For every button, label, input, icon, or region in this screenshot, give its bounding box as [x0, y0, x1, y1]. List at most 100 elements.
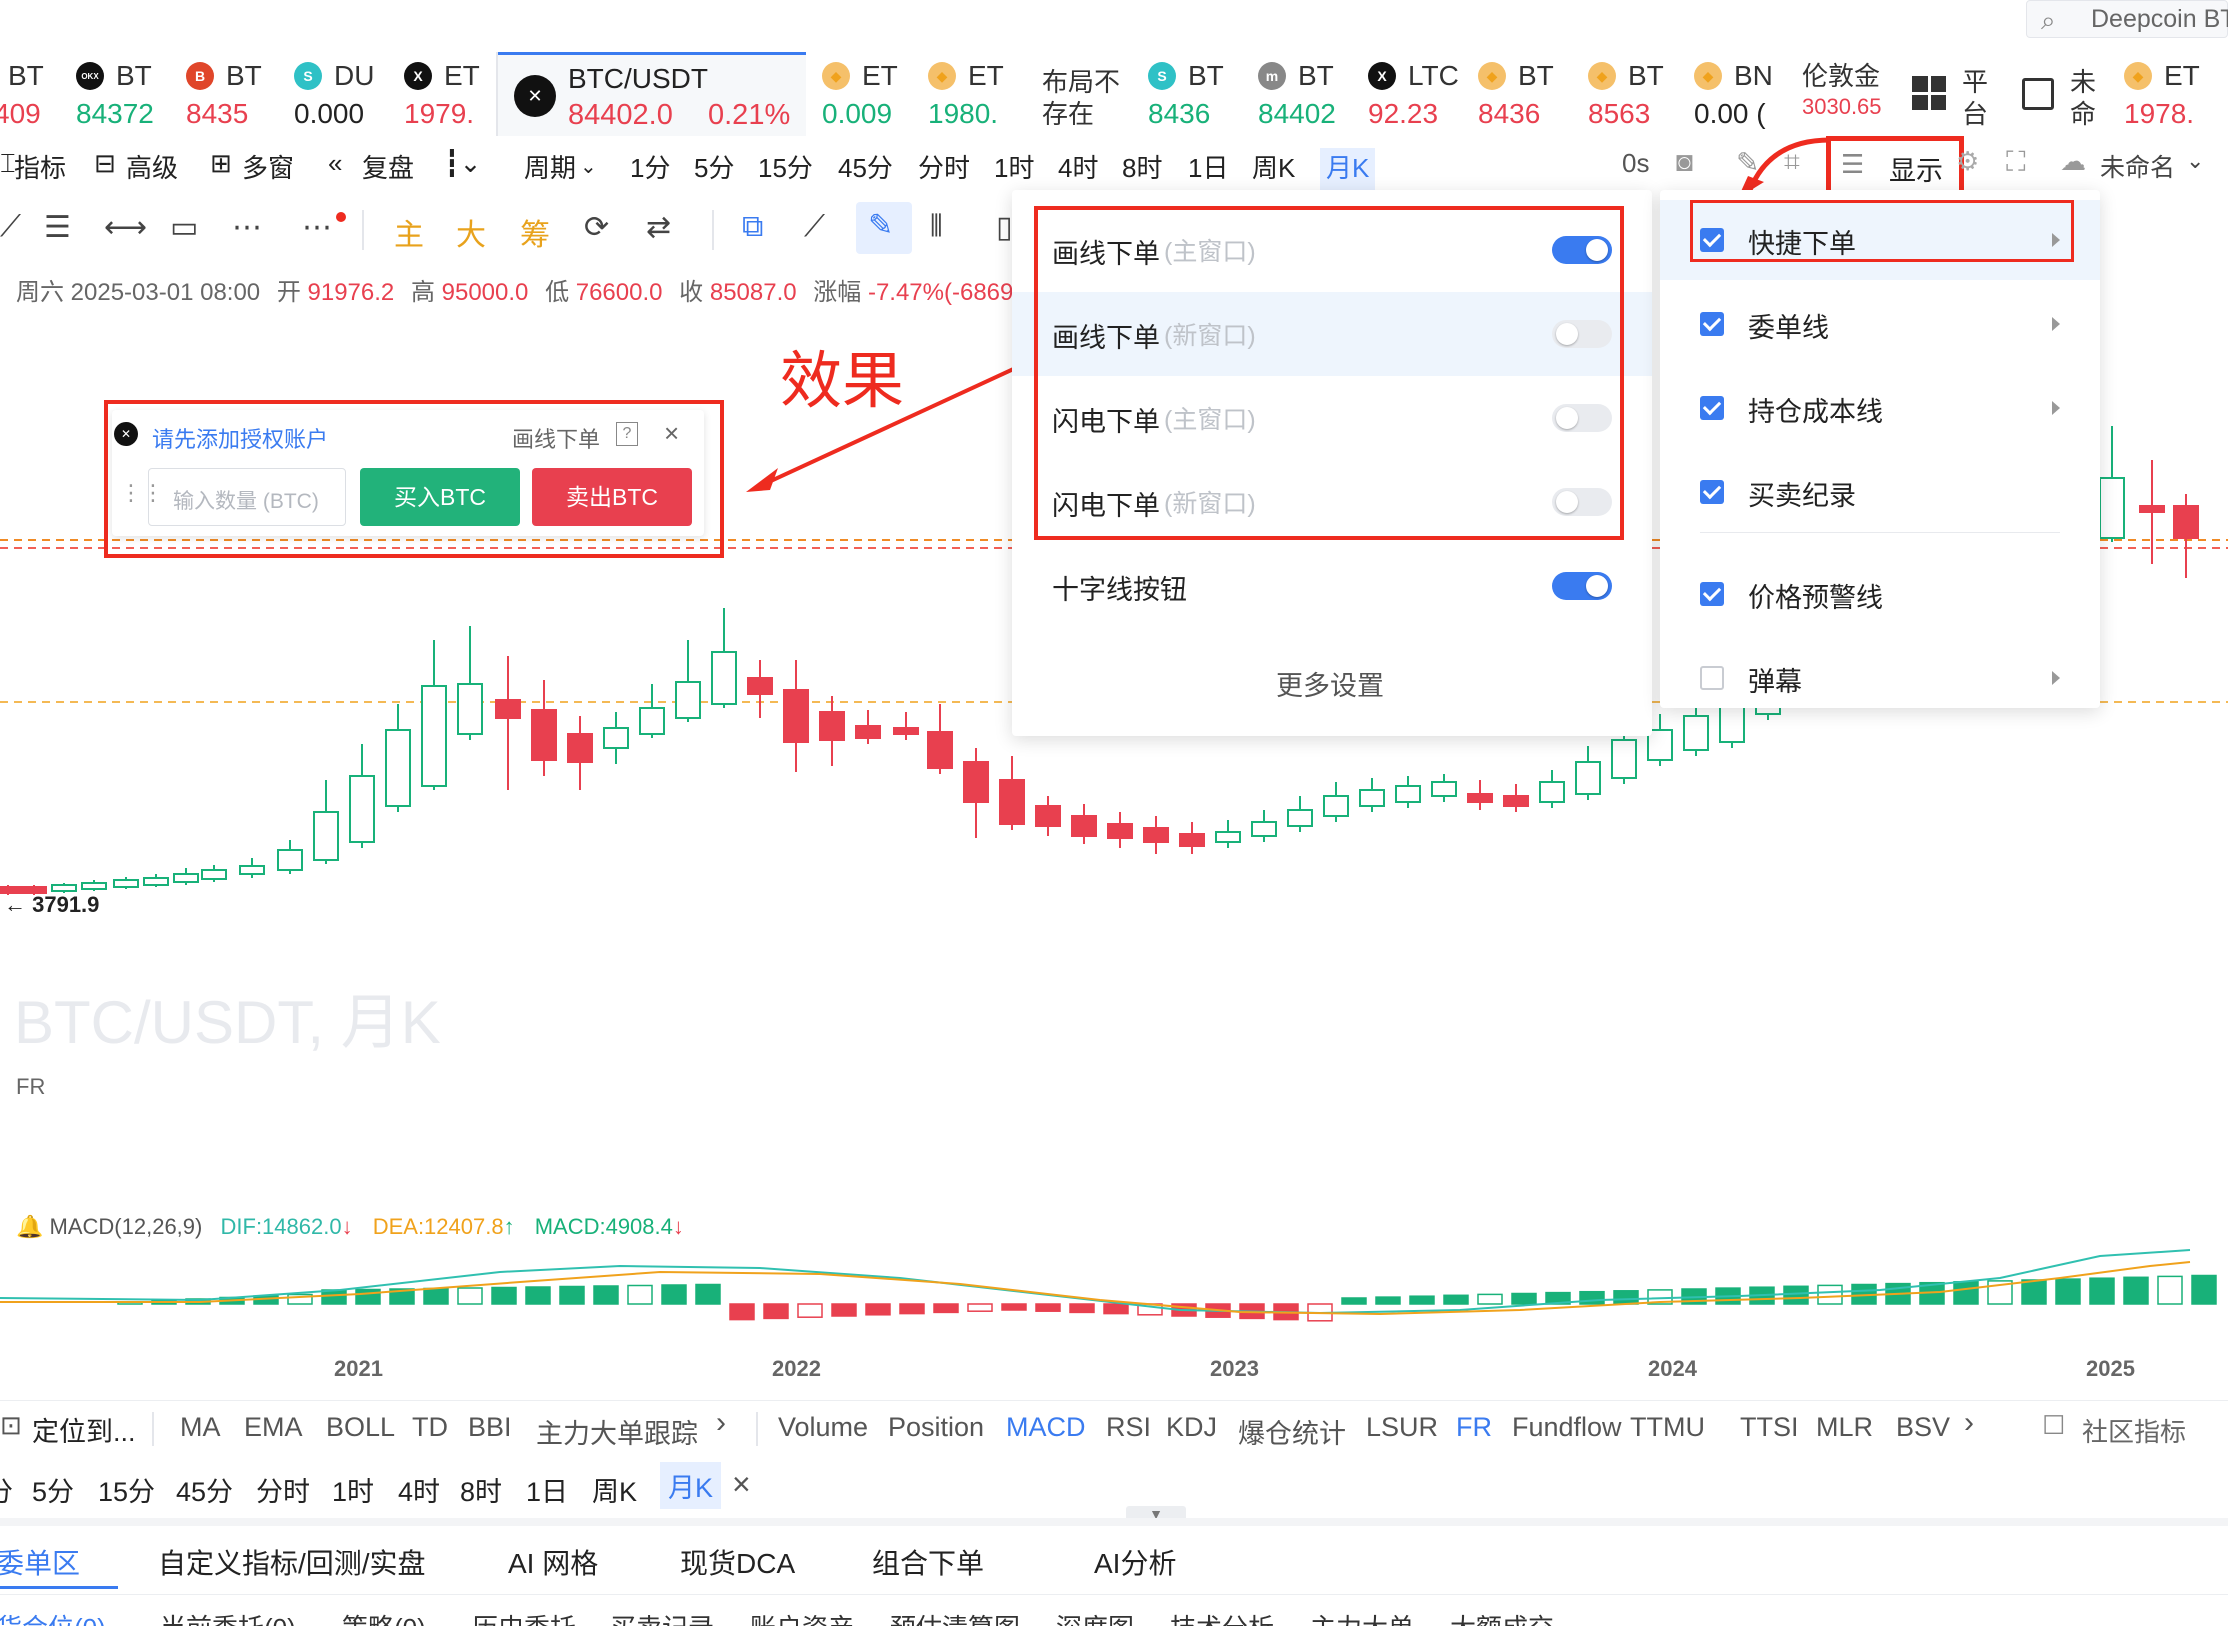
replay-button[interactable]: 复盘: [362, 148, 414, 192]
timeframe-2-0[interactable]: 5分: [32, 1470, 74, 1509]
draw-order-tool[interactable]: ✎: [856, 202, 912, 254]
close-icon[interactable]: ×: [664, 418, 679, 449]
chevron-down-icon[interactable]: ⌄: [580, 154, 597, 198]
sub-tab[interactable]: 货合位(0): [0, 1608, 106, 1626]
quick-order-widget[interactable]: ✕ 请先添加授权账户 画线下单 ? × ⋮⋮ 输入数量 (BTC) 买入BTC …: [112, 410, 704, 536]
display-menu-item[interactable]: 持仓成本线: [1660, 368, 2100, 448]
indicator-tab[interactable]: 爆仓统计: [1238, 1412, 1346, 1451]
chart-type-icon[interactable]: ┇⌄: [444, 148, 481, 192]
indicator-tab[interactable]: EMA: [244, 1412, 303, 1443]
settings-icon[interactable]: ⚙: [1956, 146, 1979, 177]
timeframe-6[interactable]: 4时: [1058, 148, 1098, 192]
buy-btc-button[interactable]: 买入BTC: [360, 468, 520, 526]
swap-icon[interactable]: ⇄: [646, 210, 671, 245]
sub-tab[interactable]: 当前委托(0): [160, 1608, 296, 1626]
indicator-tab[interactable]: MA: [180, 1412, 221, 1443]
timeframe-9[interactable]: 周K: [1252, 148, 1295, 192]
ticker-item[interactable]: ◆ ET 1980.: [928, 52, 1038, 136]
ticker-buju-2[interactable]: 存在: [1042, 94, 1094, 131]
ticker-item[interactable]: S BT 8436: [1148, 52, 1258, 136]
indicator-tab[interactable]: RSI: [1106, 1412, 1151, 1443]
horizontal-line-icon[interactable]: ⟷: [104, 210, 147, 245]
indicator-tab[interactable]: MLR: [1816, 1412, 1873, 1443]
indicator-tab[interactable]: LSUR: [1366, 1412, 1438, 1443]
timeframe-1[interactable]: 5分: [694, 148, 734, 192]
bottom-tab[interactable]: 委单区: [0, 1542, 80, 1582]
checkbox[interactable]: [1700, 312, 1724, 336]
copy-icon[interactable]: ⧉: [742, 210, 763, 244]
chevron-right-icon[interactable]: ›: [716, 1406, 726, 1440]
square-icon[interactable]: [2022, 78, 2054, 110]
multi-line-icon[interactable]: ☰: [44, 210, 71, 245]
close-icon[interactable]: ×: [732, 1466, 751, 1503]
sub-tab[interactable]: 技术分析: [1170, 1608, 1274, 1626]
indicator-tab[interactable]: MACD: [1006, 1412, 1086, 1443]
bottom-tab[interactable]: 现货DCA: [680, 1542, 795, 1582]
timeframe-2-8[interactable]: 周K: [592, 1470, 637, 1509]
checkbox[interactable]: [1700, 480, 1724, 504]
timeframe-2-2[interactable]: 45分: [176, 1470, 233, 1509]
timeframe-2-9[interactable]: 月K: [660, 1462, 722, 1509]
timeframe-2-4[interactable]: 1时: [332, 1470, 374, 1509]
bottom-tab[interactable]: AI分析: [1094, 1542, 1176, 1582]
timeframe-4[interactable]: 分时: [918, 148, 970, 192]
timeframe-2-1[interactable]: 15分: [98, 1470, 155, 1509]
search-box[interactable]: ⌕ Deepcoin BT: [2026, 0, 2228, 38]
indicator-tab[interactable]: Volume: [778, 1412, 868, 1443]
community-indicator-button[interactable]: 社区指标: [2082, 1412, 2186, 1449]
ticker-item[interactable]: ◆ ET 0.009: [822, 52, 932, 136]
ticker-item[interactable]: OKX BT 84372: [76, 52, 186, 136]
ticker-item[interactable]: m BT 84402: [1258, 52, 1368, 136]
sync-icon[interactable]: ⟳: [584, 210, 609, 245]
checkbox[interactable]: [1700, 582, 1724, 606]
ticker-item[interactable]: X LTC 92.23: [1368, 52, 1478, 136]
ray-line-icon[interactable]: ⟋: [0, 210, 21, 244]
sub-tab[interactable]: 预估清算图: [890, 1608, 1020, 1626]
locate-button[interactable]: 定位到...: [32, 1410, 136, 1449]
sub-tab[interactable]: 历史委托: [472, 1608, 576, 1626]
timeframe-7[interactable]: 8时: [1122, 148, 1162, 192]
ticker-platform-2[interactable]: 台: [1962, 94, 1988, 131]
ticker-item[interactable]: B BT 8435: [186, 52, 296, 136]
bell-icon[interactable]: 🔔: [16, 1214, 43, 1239]
more-draw-icon[interactable]: ▯: [996, 210, 1013, 245]
advanced-button[interactable]: 高级: [126, 148, 178, 192]
indicator-tab[interactable]: Position: [888, 1412, 984, 1443]
multi-window-button[interactable]: 多窗: [242, 148, 294, 192]
display-menu-item[interactable]: 价格预警线: [1660, 554, 2100, 634]
ruler-icon[interactable]: ⟋: [804, 210, 825, 244]
display-menu-item[interactable]: 弹幕: [1660, 638, 2100, 718]
indicator-tab[interactable]: BBI: [468, 1412, 512, 1443]
toggle-switch[interactable]: [1552, 572, 1612, 600]
sub-tab[interactable]: 账户资产: [750, 1608, 854, 1626]
unnamed-layout-button[interactable]: 未命名: [2100, 148, 2175, 184]
submenu-item[interactable]: 十字线按钮: [1012, 544, 1652, 628]
timeframe-2-7[interactable]: 1日: [526, 1470, 568, 1509]
chevron-down-icon[interactable]: ⌄: [2186, 148, 2204, 174]
timeframe-2-5[interactable]: 4时: [398, 1470, 440, 1509]
more-tools-icon[interactable]: ⋯: [302, 210, 332, 245]
ticker-gold[interactable]: 伦敦金: [1802, 56, 1880, 93]
main-force-tool[interactable]: 主: [394, 210, 424, 254]
indicator-tab[interactable]: BSV: [1896, 1412, 1950, 1443]
help-icon[interactable]: ?: [616, 422, 638, 446]
sub-tab[interactable]: 买卖记录: [610, 1608, 714, 1626]
sub-tab[interactable]: 策略(0): [342, 1608, 426, 1626]
timeframe-2[interactable]: 15分: [758, 148, 813, 192]
timeframe-3[interactable]: 45分: [838, 148, 893, 192]
grid-layout-icon[interactable]: [1912, 76, 1946, 110]
ticker-unnamed-2[interactable]: 命: [2070, 94, 2096, 131]
sub-tab[interactable]: 深度图: [1056, 1608, 1134, 1626]
rectangle-icon[interactable]: ▭: [170, 210, 198, 245]
tf2-lead[interactable]: 分: [0, 1470, 13, 1509]
indicator-tab[interactable]: TD: [412, 1412, 448, 1443]
indicator-tab[interactable]: Fundflow: [1512, 1412, 1622, 1443]
active-ticker[interactable]: ✕ BTC/USDT 84402.0 0.21%: [498, 52, 806, 136]
bottom-tab[interactable]: 自定义指标/回测/实盘: [158, 1542, 426, 1582]
ticker-item[interactable]: ◆ ET 1978.: [2124, 52, 2228, 136]
camera-icon[interactable]: ◙: [1676, 146, 1693, 178]
indicator-tab[interactable]: 主力大单跟踪: [536, 1412, 698, 1451]
more-settings-link[interactable]: 更多设置: [1276, 664, 1384, 703]
indicator-tab[interactable]: FR: [1456, 1412, 1492, 1443]
add-account-link[interactable]: 请先添加授权账户: [152, 422, 328, 454]
